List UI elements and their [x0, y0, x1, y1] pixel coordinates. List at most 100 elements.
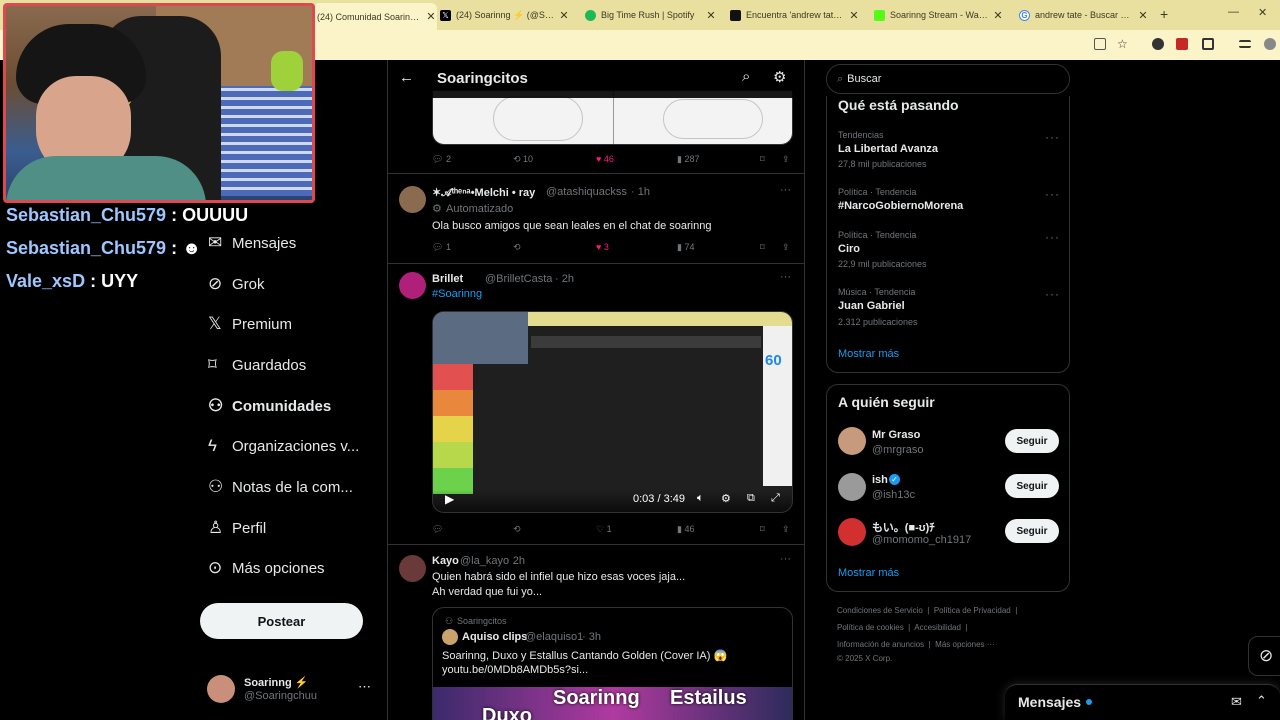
- footer-link[interactable]: Condiciones de Servicio: [837, 606, 923, 615]
- browser-tab-comunidad[interactable]: (24) Comunidad Soaringcitos ✕: [313, 3, 437, 30]
- footer-link[interactable]: Política de cookies: [837, 623, 904, 632]
- share-icon[interactable]: ⇪: [782, 242, 790, 253]
- footer-link[interactable]: Accesibilidad: [914, 623, 961, 632]
- gear-icon[interactable]: ⚙: [721, 492, 731, 505]
- extension-icon[interactable]: [1176, 38, 1188, 50]
- close-window-button[interactable]: ✕: [1258, 6, 1267, 19]
- avatar[interactable]: [399, 186, 426, 213]
- close-icon[interactable]: ✕: [425, 10, 437, 23]
- follow-name[interactable]: もい。(■-ʊ)ﾁ: [872, 519, 935, 535]
- browser-tab-tiktok[interactable]: Encuentra 'andrew tate' D… ✕: [730, 5, 860, 25]
- more-icon[interactable]: ···: [780, 271, 791, 283]
- trend-name[interactable]: #NarcoGobiernoMorena: [838, 200, 963, 212]
- browser-tab-soarinng-x[interactable]: 𝕏 (24) Soarinng ⚡ (@Soaringchuu) ✕: [440, 5, 570, 25]
- follow-button[interactable]: Seguir: [1005, 429, 1059, 453]
- author-handle[interactable]: @atashiquackss: [546, 186, 627, 198]
- quoted-post[interactable]: ⚇ Soaringcitos Aquiso clips @elaquiso1 ·…: [432, 607, 793, 720]
- like-icon[interactable]: ♥ 46: [596, 154, 614, 164]
- browser-tab-spotify[interactable]: Big Time Rush | Spotify ✕: [585, 5, 717, 25]
- messages-drawer[interactable]: Mensajes ✉ ⌃: [1005, 684, 1280, 720]
- quote-link[interactable]: youtu.be/0MDb8AMDb5s?si...: [442, 663, 588, 678]
- author-name[interactable]: ✶𝒜ᵗʰᵉⁿᵃ•Melchi • ray: [432, 186, 535, 200]
- post[interactable]: ✶𝒜ᵗʰᵉⁿᵃ•Melchi • ray @atashiquackss · 1h…: [388, 174, 804, 264]
- bookmark-icon[interactable]: ⌑: [760, 154, 765, 165]
- close-icon[interactable]: ✕: [705, 9, 717, 22]
- post[interactable]: Brillet @BrilletCasta · 2h ··· #Soarinng…: [388, 264, 804, 545]
- repost-icon[interactable]: ⟲: [513, 524, 521, 535]
- author-handle[interactable]: @BrilletCasta: [485, 273, 552, 285]
- avatar[interactable]: [838, 473, 866, 501]
- nav-item-comunidades[interactable]: ⚇ Comunidades: [200, 386, 331, 426]
- video-player[interactable]: 60 ▶ 0:03 / 3:49 🔈︎ ⚙ ⧉ ⤢: [432, 311, 793, 513]
- views-icon[interactable]: ▮ 287: [677, 154, 699, 165]
- grok-button[interactable]: ⊘: [1248, 636, 1280, 676]
- trend-name[interactable]: Juan Gabriel: [838, 300, 905, 312]
- more-icon[interactable]: ···: [1045, 230, 1060, 244]
- avatar[interactable]: [838, 427, 866, 455]
- nav-item-mensajes[interactable]: ✉ Mensajes: [200, 223, 296, 263]
- chevron-up-icon[interactable]: ⌃: [1256, 693, 1267, 709]
- post-button[interactable]: Postear: [200, 603, 363, 639]
- more-icon[interactable]: ⋯: [358, 679, 371, 695]
- follow-button[interactable]: Seguir: [1005, 474, 1059, 498]
- trend-name[interactable]: La Libertad Avanza: [838, 143, 938, 155]
- search-icon[interactable]: ⌕: [742, 68, 750, 85]
- follow-button[interactable]: Seguir: [1005, 519, 1059, 543]
- reply-icon[interactable]: 💬︎ 1: [432, 242, 451, 253]
- close-icon[interactable]: ✕: [1137, 9, 1149, 22]
- hashtag-link[interactable]: #Soarinng: [432, 288, 482, 300]
- repost-icon[interactable]: ⟲: [513, 242, 521, 253]
- author-handle[interactable]: @la_kayo: [460, 555, 509, 567]
- views-icon[interactable]: ▮ 74: [677, 242, 694, 253]
- share-icon[interactable]: ⇪: [782, 154, 790, 165]
- nav-item-perfil[interactable]: ♙ Perfil: [200, 508, 266, 548]
- more-icon[interactable]: ···: [1045, 130, 1060, 144]
- more-icon[interactable]: ···: [780, 553, 791, 565]
- footer-link[interactable]: Política de Privacidad: [934, 606, 1011, 615]
- trend-name[interactable]: Ciro: [838, 243, 860, 255]
- pip-icon[interactable]: ⧉: [747, 492, 755, 505]
- like-icon[interactable]: ♡ 1: [596, 524, 612, 535]
- close-icon[interactable]: ✕: [558, 9, 570, 22]
- avatar[interactable]: [399, 555, 426, 582]
- follow-name[interactable]: Mr Graso: [872, 429, 920, 441]
- bookmark-icon[interactable]: ⌑: [760, 242, 765, 253]
- nav-item-grok[interactable]: ⊘ Grok: [200, 264, 265, 304]
- like-icon[interactable]: ♥ 3: [596, 242, 609, 252]
- views-icon[interactable]: ▮ 46: [677, 524, 694, 535]
- nav-item-guardados[interactable]: ⌑ Guardados: [200, 345, 306, 385]
- back-arrow-icon[interactable]: ←: [399, 69, 414, 86]
- avatar[interactable]: [399, 272, 426, 299]
- browser-tab-kick[interactable]: Soarinng Stream - Watch ✕: [874, 5, 1004, 25]
- close-icon[interactable]: ✕: [848, 9, 860, 22]
- volume-icon[interactable]: 🔈︎: [697, 492, 704, 505]
- account-switcher[interactable]: Soarinng ⚡ @Soaringchuu ⋯: [207, 673, 382, 705]
- gear-icon[interactable]: ⚙: [773, 68, 786, 86]
- reply-icon[interactable]: 💬︎ 2: [432, 154, 451, 165]
- nav-item-notas[interactable]: ⚇ Notas de la com...: [200, 467, 353, 507]
- install-app-icon[interactable]: [1094, 38, 1106, 50]
- footer-link[interactable]: Más opciones ···: [935, 640, 995, 649]
- footer-link[interactable]: Información de anuncios: [837, 640, 924, 649]
- more-icon[interactable]: ···: [780, 184, 791, 196]
- avatar[interactable]: [1264, 38, 1276, 50]
- reply-icon[interactable]: 💬︎: [432, 524, 443, 535]
- author-name[interactable]: Kayo: [432, 555, 459, 567]
- star-icon[interactable]: ☆: [1117, 38, 1129, 50]
- puzzle-icon[interactable]: [1202, 38, 1214, 50]
- browser-tab-google[interactable]: G andrew tate - Buscar con Google ✕: [1019, 5, 1149, 25]
- bookmark-icon[interactable]: ⌑: [760, 524, 765, 535]
- follow-name[interactable]: ish: [872, 474, 888, 486]
- post-image[interactable]: [432, 90, 793, 145]
- extension-icon[interactable]: [1152, 38, 1164, 50]
- repost-icon[interactable]: ⟲ 10: [513, 154, 533, 165]
- play-icon[interactable]: ▶: [445, 492, 454, 506]
- avatar[interactable]: [838, 518, 866, 546]
- show-more-link[interactable]: Mostrar más: [838, 567, 899, 579]
- more-icon[interactable]: ···: [1045, 187, 1060, 201]
- search-input[interactable]: ⌕ Buscar: [826, 64, 1070, 94]
- nav-item-premium[interactable]: 𝕏 Premium: [200, 304, 292, 344]
- nav-item-mas-opciones[interactable]: ⊙ Más opciones: [200, 548, 325, 588]
- menu-icon[interactable]: [1239, 40, 1251, 48]
- share-icon[interactable]: ⇪: [782, 524, 790, 535]
